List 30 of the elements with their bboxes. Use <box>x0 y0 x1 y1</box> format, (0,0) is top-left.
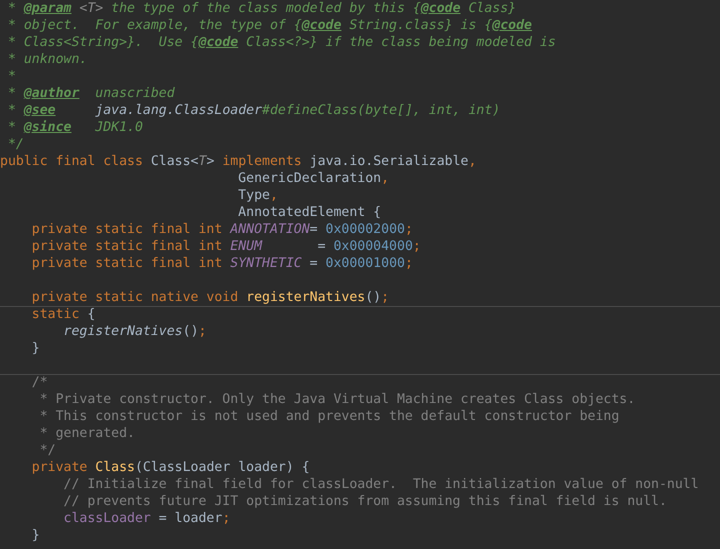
code-line: * <box>6 68 17 85</box>
code-line: * Private constructor. Only the Java Virtual Machine creates Class objects. <box>38 391 636 408</box>
code-line: private static final int SYNTHETIC = 0x00001000; <box>30 255 414 272</box>
code-line: * @since JDK1.0 <box>6 119 144 136</box>
code-line: */ <box>6 136 25 153</box>
code-line: * Class<String>}. Use {@code Class<?>} if the class being modeled is <box>6 34 557 51</box>
code-line: private Class(ClassLoader loader) { <box>30 459 311 476</box>
code-line: AnnotatedElement { <box>237 204 382 221</box>
code-line: private static final int ENUM = 0x00004000; <box>30 238 422 255</box>
code-line: // prevents future JIT optimizations from assuming this final field is null. <box>62 493 668 510</box>
code-line: private static final int ANNOTATION= 0x00002000; <box>30 221 414 238</box>
code-line: /* <box>0 374 720 391</box>
code-line: */ <box>38 442 57 459</box>
code-line: private static native void registerNatives(); <box>30 289 390 306</box>
code-line: } <box>30 340 41 357</box>
code-line: * @author unascribed <box>6 85 176 102</box>
code-line: } <box>30 527 41 544</box>
code-line: * @see java.lang.ClassLoader#defineClass(byte[], int, int) <box>6 102 502 119</box>
code-line: * This constructor is not used and prevents the default constructor being <box>38 408 620 425</box>
code-line: Type, <box>237 187 279 204</box>
code-line: * @param <T> the type of the class modeled by this {@code Class} <box>6 0 518 17</box>
code-line: public final class Class<T> implements java.io.Serializable, <box>0 153 478 170</box>
code-line: GenericDeclaration, <box>237 170 390 187</box>
code-line: * unknown. <box>6 51 88 68</box>
code-line: static { <box>0 306 720 323</box>
code-line: classLoader = loader; <box>62 510 232 527</box>
code-line: registerNatives(); <box>62 323 208 340</box>
code-line: * generated. <box>38 425 136 442</box>
code-line: * object. For example, the type of {@code String.class} is {@code <box>6 17 533 34</box>
code-line: // Initialize final field for classLoader. The initialization value of non-null <box>62 476 700 493</box>
